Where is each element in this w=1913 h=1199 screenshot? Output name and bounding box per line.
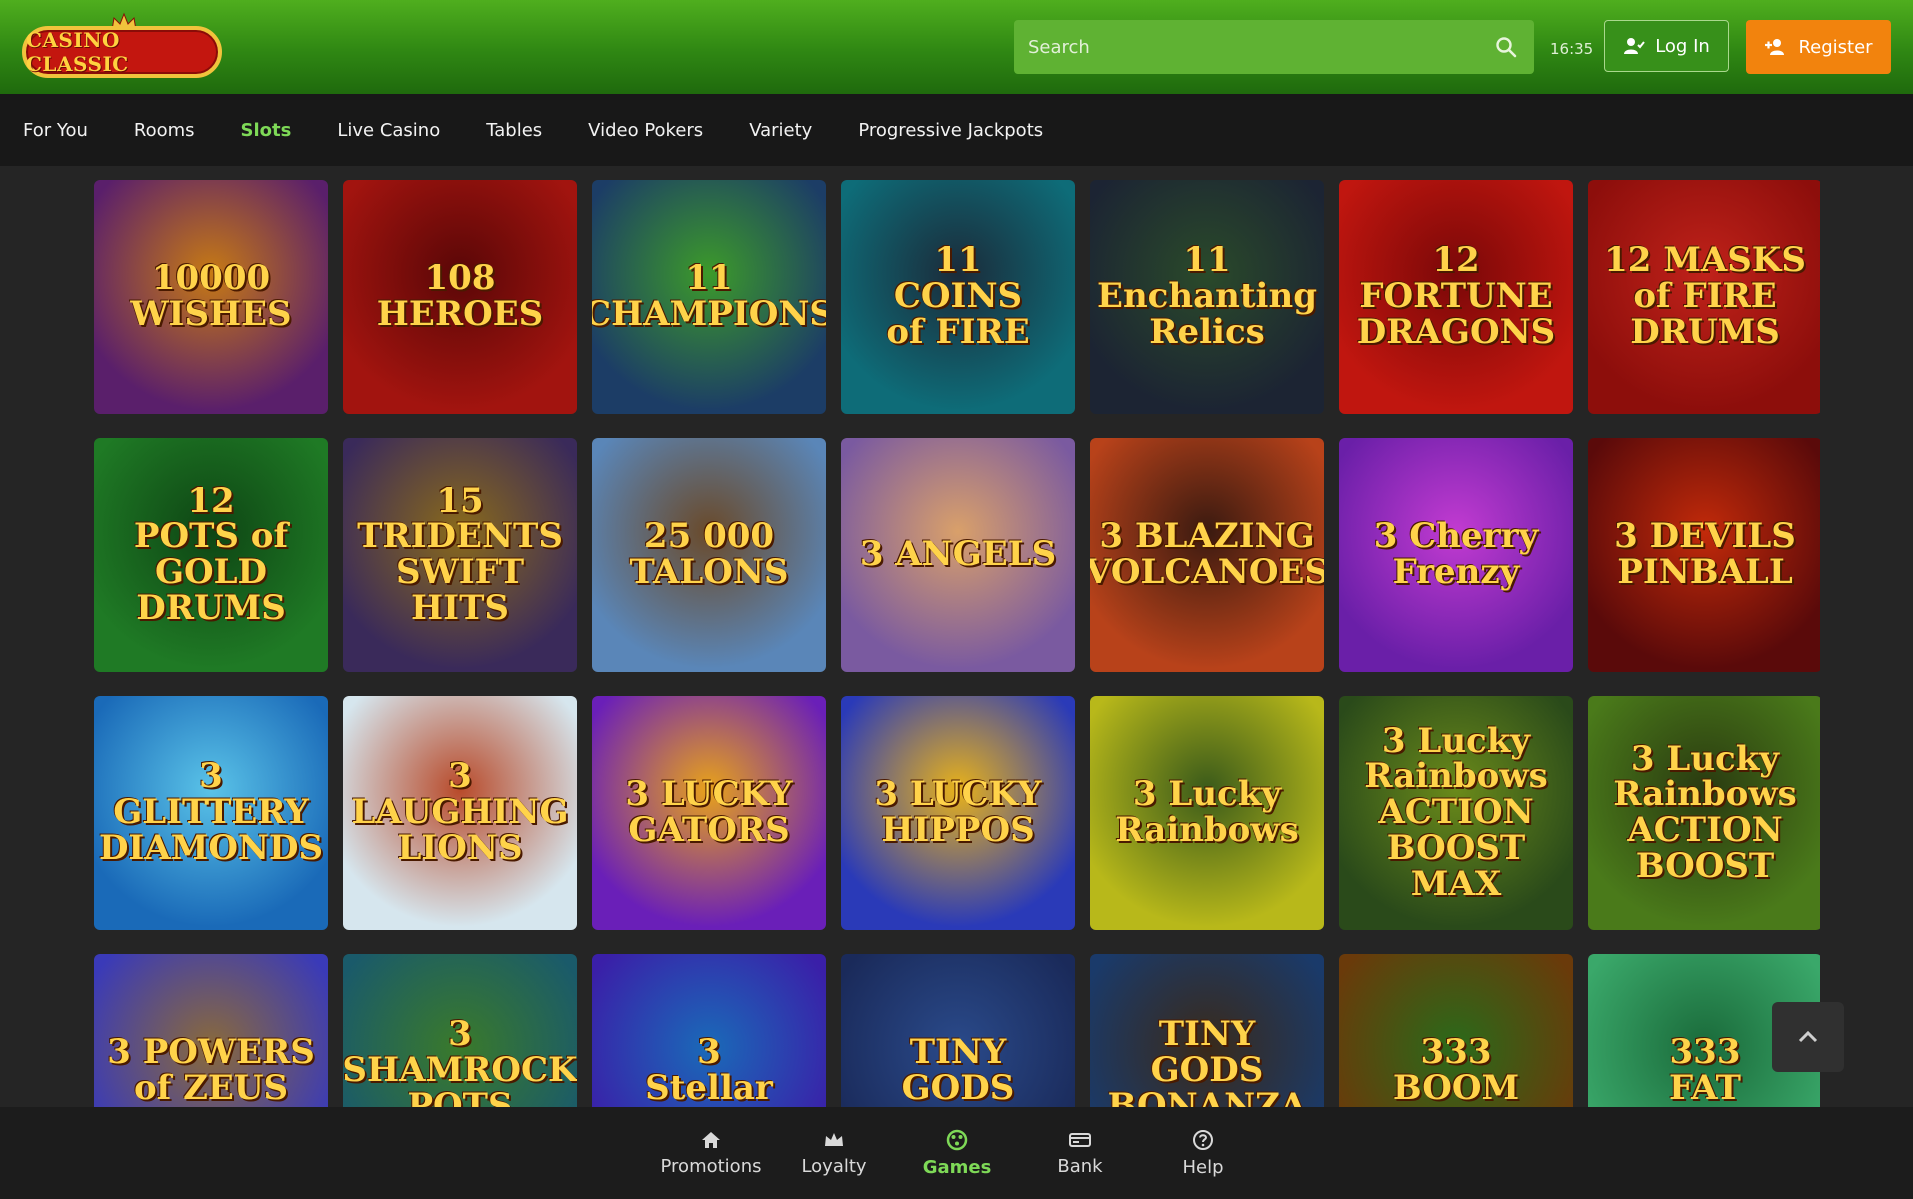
tab-bank[interactable]: Bank [1020, 1107, 1140, 1199]
game-tile[interactable]: 3 DEVILS PINBALL [1588, 438, 1820, 672]
category-nav: For You Rooms Slots Live Casino Tables V… [0, 94, 1913, 166]
add-user-icon [1765, 39, 1785, 55]
game-tile[interactable]: 15 TRIDENTS SWIFT HITS [343, 438, 577, 672]
game-title: 3 Cherry Frenzy [1373, 516, 1539, 592]
nav-item-rooms[interactable]: Rooms [134, 120, 195, 141]
game-title: 333 BOOM [1392, 1032, 1520, 1107]
nav-item-slots[interactable]: Slots [241, 120, 292, 141]
game-title: 11 Enchanting Relics [1097, 240, 1317, 352]
game-tile[interactable]: 11 CHAMPIONS [592, 180, 826, 414]
game-tile[interactable]: 108 HEROES [343, 180, 577, 414]
tab-label: Bank [1057, 1155, 1103, 1177]
game-title: 10000 WISHES [130, 258, 292, 334]
game-tile[interactable]: 3 Lucky Rainbows ACTION BOOST [1588, 696, 1820, 930]
game-tile[interactable]: 3 Lucky Rainbows ACTION BOOST MAX [1339, 696, 1573, 930]
nav-item-variety[interactable]: Variety [749, 120, 812, 141]
logo-text: CASINO CLASSIC [26, 28, 129, 76]
tab-label: Loyalty [801, 1155, 867, 1177]
search-button[interactable] [1478, 20, 1534, 74]
nav-item-progressive-jackpots[interactable]: Progressive Jackpots [858, 120, 1043, 141]
game-tile[interactable]: 3 SHAMROCK POTS [343, 954, 577, 1107]
register-label: Register [1798, 36, 1873, 58]
game-tile[interactable]: 3 Lucky Rainbows [1090, 696, 1324, 930]
nav-item-tables[interactable]: Tables [486, 120, 542, 141]
game-title: 3 BLAZING VOLCANOES [1090, 516, 1324, 592]
nav-item-video-pokers[interactable]: Video Pokers [588, 120, 703, 141]
game-title: 3 Stellar [645, 1032, 773, 1107]
logo-badge: CASINO CLASSIC [22, 26, 222, 78]
game-tile[interactable]: 3 Cherry Frenzy [1339, 438, 1573, 672]
game-title: TINY GODS BONANZA [1107, 1014, 1307, 1107]
game-title: 12 POTS of GOLD DRUMS [133, 480, 289, 628]
scroll-to-top-button[interactable] [1772, 1002, 1844, 1072]
games-icon [946, 1129, 968, 1150]
game-title: 3 LUCKY HIPPOS [874, 774, 1042, 850]
game-title: 25 000 TALONS [629, 516, 789, 592]
game-tile[interactable]: 3 ANGELS [841, 438, 1075, 672]
game-tile[interactable]: 12 MASKS of FIRE DRUMS [1588, 180, 1820, 414]
game-title: 3 POWERS of ZEUS [107, 1032, 315, 1107]
game-title: 12 FORTUNE DRAGONS [1356, 240, 1556, 352]
game-tile[interactable]: TINY GODS BONANZA [1090, 954, 1324, 1107]
tab-promotions[interactable]: Promotions [651, 1107, 771, 1199]
help-icon [1193, 1129, 1213, 1150]
game-title: 3 Lucky Rainbows [1115, 774, 1299, 850]
bank-icon [1069, 1132, 1091, 1147]
game-tile[interactable]: 3 POWERS of ZEUS [94, 954, 328, 1107]
game-tile[interactable]: 3 LAUGHING LIONS [343, 696, 577, 930]
game-title: 3 LAUGHING LIONS [351, 756, 569, 868]
game-title: 11 COINS of FIRE [886, 240, 1030, 352]
game-title: 3 GLITTERY DIAMONDS [98, 756, 324, 868]
game-tile[interactable]: 3 LUCKY GATORS [592, 696, 826, 930]
game-tile[interactable]: 12 FORTUNE DRAGONS [1339, 180, 1573, 414]
game-title: 3 SHAMROCK POTS [343, 1014, 577, 1107]
chevron-up-icon [1798, 1030, 1818, 1043]
login-label: Log In [1655, 35, 1710, 57]
tab-games[interactable]: Games [897, 1107, 1017, 1199]
game-tile[interactable]: 3 BLAZING VOLCANOES [1090, 438, 1324, 672]
search-input[interactable] [1028, 36, 1478, 58]
tab-help[interactable]: Help [1143, 1107, 1263, 1199]
game-title: 3 Lucky Rainbows ACTION BOOST MAX [1364, 720, 1548, 904]
nav-item-live-casino[interactable]: Live Casino [337, 120, 440, 141]
game-tile[interactable]: 3 GLITTERY DIAMONDS [94, 696, 328, 930]
game-title: 3 DEVILS PINBALL [1614, 516, 1796, 592]
register-button[interactable]: Register [1746, 20, 1891, 74]
game-title: 3 Lucky Rainbows ACTION BOOST [1613, 738, 1797, 886]
search-bar [1014, 20, 1534, 74]
clock: 16:35 [1550, 40, 1594, 58]
user-login-icon [1624, 38, 1645, 54]
game-title: TINY GODS [901, 1032, 1015, 1107]
home-icon [702, 1131, 720, 1148]
top-header: CASINO CLASSIC 16:35 Log In Register [0, 0, 1913, 94]
game-tile[interactable]: 11 Enchanting Relics [1090, 180, 1324, 414]
bottom-nav: Promotions Loyalty Games Bank Help [0, 1107, 1913, 1199]
search-icon [1496, 37, 1517, 58]
game-tile[interactable]: TINY GODS [841, 954, 1075, 1107]
game-tile[interactable]: 10000 WISHES [94, 180, 328, 414]
game-tile[interactable]: 333 BOOM [1339, 954, 1573, 1107]
login-button[interactable]: Log In [1604, 20, 1729, 72]
game-title: 15 TRIDENTS SWIFT HITS [357, 480, 563, 628]
game-title: 108 HEROES [376, 258, 544, 334]
game-title: 333 FAT [1669, 1032, 1741, 1107]
tab-label: Help [1182, 1156, 1224, 1178]
game-title: 3 ANGELS [859, 534, 1057, 575]
game-title: 11 CHAMPIONS [592, 258, 826, 334]
tab-label: Games [922, 1156, 992, 1178]
game-tile[interactable]: 25 000 TALONS [592, 438, 826, 672]
casino-logo[interactable]: CASINO CLASSIC [22, 12, 222, 82]
nav-item-for-you[interactable]: For You [23, 120, 88, 141]
tab-label: Promotions [660, 1155, 762, 1177]
game-tile[interactable]: 3 LUCKY HIPPOS [841, 696, 1075, 930]
game-title: 3 LUCKY GATORS [625, 774, 793, 850]
game-title: 12 MASKS of FIRE DRUMS [1604, 240, 1806, 352]
game-tile[interactable]: 3 Stellar [592, 954, 826, 1107]
tab-loyalty[interactable]: Loyalty [774, 1107, 894, 1199]
game-grid: 10000 WISHES 108 HEROES 11 CHAMPIONS 11 COI… [94, 180, 1820, 1107]
game-tile[interactable]: 12 POTS of GOLD DRUMS [94, 438, 328, 672]
game-tile[interactable]: 11 COINS of FIRE [841, 180, 1075, 414]
crown-icon [825, 1132, 843, 1146]
